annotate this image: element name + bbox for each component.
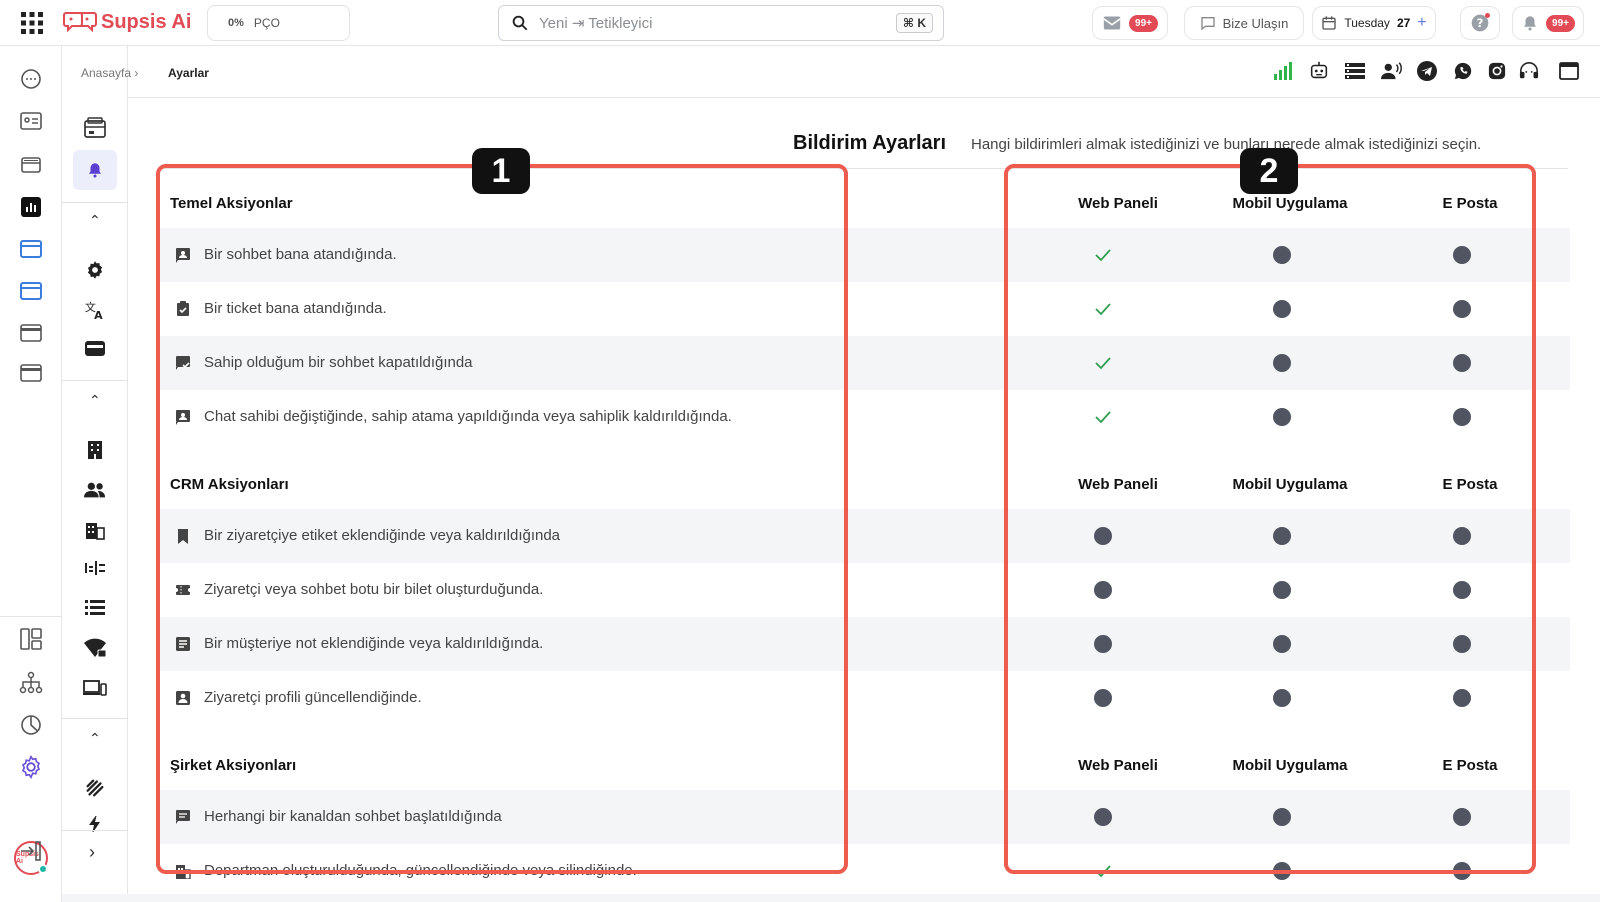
section-divider: [62, 830, 128, 831]
logout-icon[interactable]: [18, 838, 44, 864]
window-blue-icon[interactable]: [18, 236, 44, 262]
chevron-right-icon[interactable]: ›: [89, 842, 95, 863]
bell-icon: [1524, 16, 1537, 31]
top-bar: Supsis Ai 0% PÇO Yeni ⇥ Tetikleyici ⌘ K …: [0, 0, 1600, 46]
archive-icon[interactable]: [18, 152, 44, 178]
settings-sidebar: ⌃ 文A ⌃ ⌃ ›: [62, 46, 128, 894]
progress-label: PÇO: [253, 16, 280, 30]
integrations-icon[interactable]: [81, 774, 109, 802]
signal-bars-icon[interactable]: [1272, 60, 1294, 82]
gear-icon[interactable]: [81, 256, 109, 284]
breadcrumb: Anasayfa › Ayarlar: [81, 46, 1600, 98]
inbox-icon: [1103, 16, 1121, 30]
svg-text:A: A: [94, 309, 103, 321]
logo-bubbles-icon: [63, 12, 97, 33]
voice-agent-icon[interactable]: [1380, 60, 1402, 82]
analytics-icon[interactable]: [18, 194, 44, 220]
progress-widget[interactable]: 0% PÇO: [207, 5, 350, 41]
svg-text:?: ?: [1477, 16, 1484, 30]
window-icon[interactable]: [1558, 60, 1580, 82]
window-blue-2-icon[interactable]: [18, 278, 44, 304]
whatsapp-icon[interactable]: [1452, 60, 1474, 82]
department-icon[interactable]: [81, 516, 109, 544]
annotation-number-2: 2: [1240, 148, 1298, 194]
users-group-icon[interactable]: [81, 476, 109, 504]
list-icon[interactable]: [81, 594, 109, 622]
section-divider: [62, 718, 128, 719]
contact-us-button[interactable]: Bize Ulaşın: [1184, 6, 1304, 40]
search-shortcut: ⌘ K: [895, 13, 933, 33]
chevron-up-icon[interactable]: ⌃: [89, 212, 101, 229]
add-event-icon[interactable]: +: [1417, 14, 1426, 32]
browser-icon[interactable]: [18, 320, 44, 346]
annotation-box-right: [1004, 164, 1536, 874]
notification-settings-panel: Bildirim Ayarları Hangi bildirimleri alm…: [128, 98, 1600, 894]
settings-gear-icon[interactable]: [18, 754, 44, 780]
section-divider: [62, 202, 128, 203]
chevron-up-icon[interactable]: ⌃: [89, 730, 101, 747]
app-name: Supsis Ai: [101, 10, 192, 33]
pie-chart-icon[interactable]: [18, 712, 44, 738]
help-button[interactable]: ?: [1460, 6, 1500, 40]
notifications-settings-item[interactable]: [73, 150, 117, 190]
notifications-badge: 99+: [1546, 14, 1575, 32]
calendar-widget[interactable]: Tuesday 27 +: [1312, 6, 1436, 40]
calendar-date: 27: [1396, 16, 1411, 30]
calendar-day: Tuesday: [1344, 16, 1390, 30]
sidebar-divider: [0, 616, 62, 617]
routing-icon[interactable]: [81, 554, 109, 582]
contact-us-label: Bize Ulaşın: [1222, 15, 1289, 31]
search-icon: [512, 15, 528, 31]
browser-2-icon[interactable]: [18, 360, 44, 386]
annotation-box-left: [156, 164, 848, 874]
instagram-icon[interactable]: [1486, 60, 1508, 82]
message-icon: [1200, 17, 1215, 31]
annotation-number-1: 1: [472, 148, 530, 194]
hierarchy-icon[interactable]: [18, 670, 44, 696]
dashboard-icon[interactable]: [18, 626, 44, 652]
chatbot-icon[interactable]: [1308, 60, 1330, 82]
inbox-button[interactable]: 99+: [1092, 6, 1168, 40]
progress-percent: 0%: [228, 17, 244, 29]
notifications-button[interactable]: 99+: [1512, 6, 1584, 40]
chat-icon[interactable]: [18, 66, 44, 92]
breadcrumb-home[interactable]: Anasayfa ›: [81, 66, 138, 80]
contacts-card-icon[interactable]: [18, 108, 44, 134]
list-view-icon[interactable]: [1344, 60, 1366, 82]
translate-icon[interactable]: 文A: [81, 296, 109, 324]
breadcrumb-current: Ayarlar: [168, 66, 209, 80]
devices-icon[interactable]: [81, 674, 109, 702]
wallet-icon[interactable]: [81, 334, 109, 362]
page-title: Bildirim Ayarları: [793, 132, 947, 154]
search-input[interactable]: Yeni ⇥ Tetikleyici: [539, 14, 652, 32]
section-divider: [62, 380, 128, 381]
bell-active-icon: [89, 163, 101, 178]
wifi-lock-icon[interactable]: [81, 634, 109, 662]
online-status-indicator: [38, 864, 48, 874]
billing-icon[interactable]: [81, 114, 109, 142]
help-icon: ?: [1471, 13, 1490, 32]
app-logo[interactable]: Supsis Ai: [63, 10, 191, 34]
support-headset-icon[interactable]: [1518, 60, 1540, 82]
primary-sidebar: Supsis Ai: [0, 46, 62, 902]
company-building-icon[interactable]: [81, 436, 109, 464]
telegram-icon[interactable]: [1416, 60, 1438, 82]
search-bar[interactable]: Yeni ⇥ Tetikleyici ⌘ K: [498, 5, 944, 41]
inbox-badge: 99+: [1129, 14, 1158, 32]
page-subtitle: Hangi bildirimleri almak istediğinizi ve…: [971, 136, 1482, 153]
apps-grid-icon[interactable]: [20, 11, 44, 35]
calendar-icon: [1322, 16, 1337, 30]
chevron-up-icon[interactable]: ⌃: [89, 392, 101, 409]
